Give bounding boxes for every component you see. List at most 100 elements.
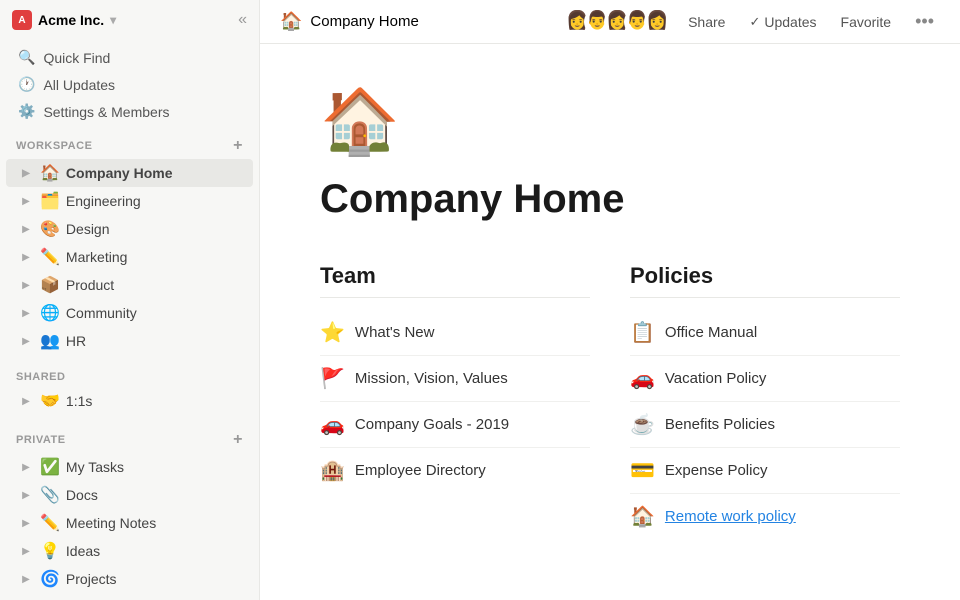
item-emoji: 📦 <box>40 275 60 295</box>
item-emoji: ⭐ <box>320 320 345 345</box>
expand-arrow: ▶ <box>18 393 34 409</box>
policies-section: Policies 📋 Office Manual 🚗 Vacation Poli… <box>630 263 900 539</box>
expand-arrow: ▶ <box>18 543 34 559</box>
search-icon: 🔍 <box>18 49 35 66</box>
item-emoji: 🌀 <box>40 569 60 589</box>
item-emoji: 🏨 <box>320 458 345 483</box>
private-section-label: PRIVATE <box>16 434 66 446</box>
sidebar-header: A Acme Inc. ▾ « <box>0 0 259 40</box>
sidebar-item-settings[interactable]: ⚙️ Settings & Members <box>6 98 253 125</box>
sidebar-item-hr[interactable]: ▶ 👥 HR <box>6 327 253 355</box>
page-content: 🏠 Company Home Team ⭐ What's New 🚩 Missi… <box>260 44 960 600</box>
item-emoji: ✏️ <box>40 247 60 267</box>
expand-arrow: ▶ <box>18 277 34 293</box>
chevron-down-icon: ▾ <box>110 13 116 27</box>
item-emoji: 🏠 <box>630 504 655 529</box>
item-label: Marketing <box>66 249 245 265</box>
sidebar-item-quick-find[interactable]: 🔍 Quick Find <box>6 44 253 71</box>
item-label: Engineering <box>66 193 245 209</box>
item-emoji: 🗂️ <box>40 191 60 211</box>
sidebar-item-engineering[interactable]: ▶ 🗂️ Engineering <box>6 187 253 215</box>
private-add-button[interactable]: + <box>233 431 243 449</box>
sidebar-item-meeting-notes[interactable]: ▶ ✏️ Meeting Notes <box>6 509 253 537</box>
private-tree: ▶ ✅ My Tasks ▶ 📎 Docs ▶ ✏️ Meeting Notes… <box>0 453 259 593</box>
list-item[interactable]: 🚗 Company Goals - 2019 <box>320 402 590 448</box>
sidebar-item-marketing[interactable]: ▶ ✏️ Marketing <box>6 243 253 271</box>
expand-arrow: ▶ <box>18 221 34 237</box>
expand-arrow: ▶ <box>18 305 34 321</box>
workspace-title[interactable]: A Acme Inc. ▾ <box>12 10 116 30</box>
gear-icon: ⚙️ <box>18 103 35 120</box>
item-label: Office Manual <box>665 324 757 341</box>
item-emoji: 💡 <box>40 541 60 561</box>
sidebar-item-community[interactable]: ▶ 🌐 Community <box>6 299 253 327</box>
sidebar-item-all-updates[interactable]: 🕐 All Updates <box>6 71 253 98</box>
check-icon: ✓ <box>749 14 760 30</box>
workspace-section-header: WORKSPACE + <box>0 129 259 159</box>
sections-grid: Team ⭐ What's New 🚩 Mission, Vision, Val… <box>320 263 900 539</box>
expand-arrow: ▶ <box>18 249 34 265</box>
favorite-button[interactable]: Favorite <box>835 11 898 33</box>
sidebar-item-company-home[interactable]: ▶ 🏠 Company Home <box>6 159 253 187</box>
item-label: 1:1s <box>66 393 245 409</box>
share-button[interactable]: Share <box>682 11 731 33</box>
item-emoji: 🚩 <box>320 366 345 391</box>
list-item[interactable]: 📋 Office Manual <box>630 310 900 356</box>
list-item[interactable]: 🏠 Remote work policy <box>630 494 900 539</box>
team-section-title: Team <box>320 263 590 298</box>
item-emoji: 📎 <box>40 485 60 505</box>
item-label: HR <box>66 333 245 349</box>
updates-button[interactable]: ✓ Updates <box>743 11 822 33</box>
shared-section-label: SHARED <box>16 371 65 383</box>
sidebar-item-product[interactable]: ▶ 📦 Product <box>6 271 253 299</box>
list-item[interactable]: 🚩 Mission, Vision, Values <box>320 356 590 402</box>
clock-icon: 🕐 <box>18 76 35 93</box>
item-label: Community <box>66 305 245 321</box>
more-options-button[interactable]: ••• <box>909 9 940 34</box>
expand-arrow: ▶ <box>18 193 34 209</box>
avatar-5: 👩 <box>644 9 670 35</box>
favorite-label: Favorite <box>841 14 892 30</box>
list-item[interactable]: 🚗 Vacation Policy <box>630 356 900 402</box>
share-label: Share <box>688 14 725 30</box>
item-emoji: ✏️ <box>40 513 60 533</box>
collaborators-avatars: 👩 👨 👩 👨 👩 <box>564 9 670 35</box>
item-label: Benefits Policies <box>665 416 775 433</box>
item-emoji: 📋 <box>630 320 655 345</box>
sidebar-item-docs[interactable]: ▶ 📎 Docs <box>6 481 253 509</box>
item-label: Company Goals - 2019 <box>355 416 509 433</box>
item-emoji: 💳 <box>630 458 655 483</box>
sidebar-item-my-tasks[interactable]: ▶ ✅ My Tasks <box>6 453 253 481</box>
settings-label: Settings & Members <box>43 104 169 120</box>
list-item[interactable]: ⭐ What's New <box>320 310 590 356</box>
item-label: Vacation Policy <box>665 370 766 387</box>
item-label: Company Home <box>66 165 245 181</box>
item-emoji: ✅ <box>40 457 60 477</box>
workspace-name: Acme Inc. <box>38 12 104 28</box>
list-item[interactable]: 💳 Expense Policy <box>630 448 900 494</box>
item-emoji: 🌐 <box>40 303 60 323</box>
sidebar-item-projects[interactable]: ▶ 🌀 Projects <box>6 565 253 593</box>
sidebar: A Acme Inc. ▾ « 🔍 Quick Find 🕐 All Updat… <box>0 0 260 600</box>
item-label: Product <box>66 277 245 293</box>
sidebar-item-1on1s[interactable]: ▶ 🤝 1:1s <box>6 387 253 415</box>
sidebar-item-ideas[interactable]: ▶ 💡 Ideas <box>6 537 253 565</box>
list-item[interactable]: 🏨 Employee Directory <box>320 448 590 493</box>
topbar: 🏠 Company Home 👩 👨 👩 👨 👩 Share ✓ Updates… <box>260 0 960 44</box>
sidebar-item-design[interactable]: ▶ 🎨 Design <box>6 215 253 243</box>
item-label: Expense Policy <box>665 462 768 479</box>
item-label: Ideas <box>66 543 245 559</box>
item-emoji: 🏠 <box>40 163 60 183</box>
policies-list: 📋 Office Manual 🚗 Vacation Policy ☕ Bene… <box>630 310 900 539</box>
expand-arrow: ▶ <box>18 459 34 475</box>
item-emoji: 🎨 <box>40 219 60 239</box>
item-emoji: 👥 <box>40 331 60 351</box>
list-item[interactable]: ☕ Benefits Policies <box>630 402 900 448</box>
item-label: What's New <box>355 324 435 341</box>
item-emoji: 🚗 <box>630 366 655 391</box>
sidebar-collapse-button[interactable]: « <box>238 11 247 29</box>
item-label: Remote work policy <box>665 508 796 525</box>
workspace-add-button[interactable]: + <box>233 137 243 155</box>
expand-arrow: ▶ <box>18 515 34 531</box>
item-label: Projects <box>66 571 245 587</box>
